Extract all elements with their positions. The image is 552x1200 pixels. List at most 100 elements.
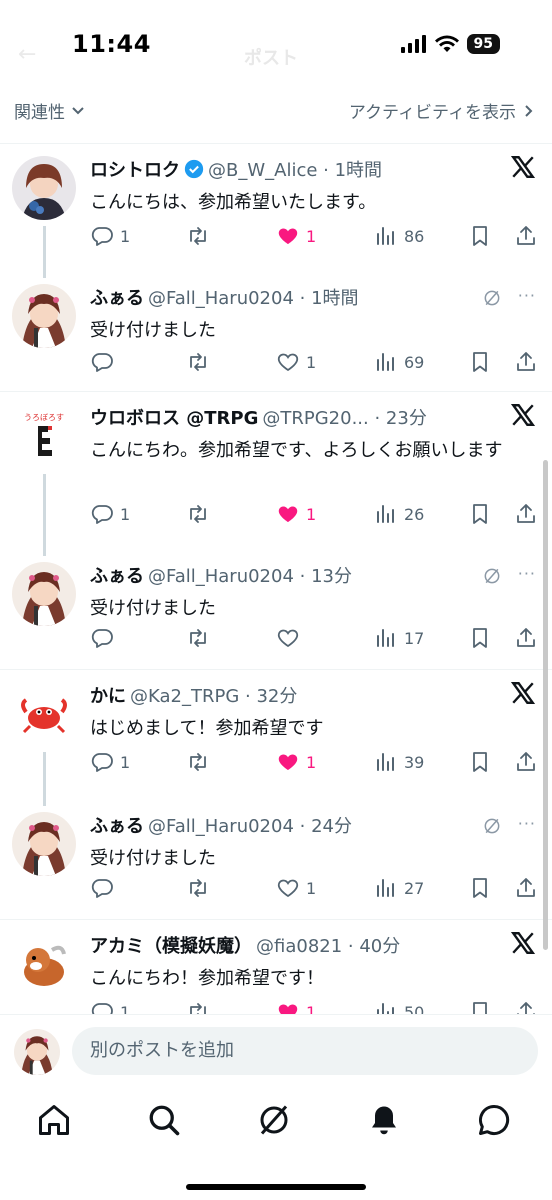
views-button[interactable]: 50 <box>374 1000 424 1014</box>
avatar[interactable] <box>12 932 76 996</box>
share-button[interactable] <box>514 1000 538 1014</box>
sort-dropdown[interactable]: 関連性 <box>14 98 85 123</box>
display-name[interactable]: ウロボロス @TRPG <box>90 404 258 430</box>
tweet[interactable]: うろぼろす ウロボロス @TRPG @TRPG20... · 23分 こんにちわ… <box>0 392 552 550</box>
views-button[interactable]: 69 <box>374 350 424 374</box>
reply-button[interactable] <box>90 626 114 650</box>
views-button[interactable]: 39 <box>374 750 424 774</box>
views-button[interactable]: 17 <box>374 626 424 650</box>
home-indicator[interactable] <box>186 1184 366 1190</box>
svg-text:うろぼろす: うろぼろす <box>24 413 64 422</box>
avatar[interactable]: うろぼろす <box>12 404 76 468</box>
share-button[interactable] <box>514 502 538 526</box>
reply-tweet[interactable]: ふぁる @Fall_Haru0204 · 1時間 ··· 受け付けました 1 6… <box>0 272 552 392</box>
like-button[interactable]: 1 <box>276 350 316 374</box>
reply-tweet[interactable]: ふぁる @Fall_Haru0204 · 24分 ··· 受け付けました 1 2… <box>0 800 552 920</box>
handle-time[interactable]: @Ka2_TRPG · 32分 <box>130 682 297 708</box>
view-count: 26 <box>404 504 425 524</box>
battery-indicator: 95 <box>466 34 500 54</box>
share-button[interactable] <box>514 626 538 650</box>
tweet[interactable]: かに @Ka2_TRPG · 32分 はじめまして！参加希望です 1 1 39 <box>0 670 552 800</box>
reply-button[interactable]: 1 <box>90 224 130 248</box>
repost-button[interactable] <box>186 750 210 774</box>
search-icon[interactable] <box>146 1102 182 1138</box>
reply-count: 1 <box>120 504 131 524</box>
bookmark-button[interactable] <box>468 750 492 774</box>
grok-tab-icon[interactable] <box>256 1102 292 1138</box>
action-bar: 1 1 39 <box>90 750 542 780</box>
reply-tweet[interactable]: ふぁる @Fall_Haru0204 · 13分 ··· 受け付けました 17 <box>0 550 552 670</box>
notifications-bell-icon[interactable] <box>366 1102 402 1138</box>
avatar[interactable] <box>12 812 76 876</box>
display-name[interactable]: ふぁる <box>90 284 144 310</box>
add-post-input[interactable]: 別のポストを追加 <box>72 1027 538 1075</box>
back-arrow-icon[interactable]: ← <box>18 42 36 67</box>
bookmark-button[interactable] <box>468 224 492 248</box>
repost-button[interactable] <box>186 350 210 374</box>
repost-button[interactable] <box>186 876 210 900</box>
repost-button[interactable] <box>186 224 210 248</box>
handle-time[interactable]: @B_W_Alice · 1時間 <box>208 156 382 182</box>
handle-time[interactable]: @Fall_Haru0204 · 1時間 <box>148 284 359 310</box>
more-options-icon[interactable]: ··· <box>518 286 536 305</box>
reply-button[interactable]: 1 <box>90 502 130 526</box>
grok-icon[interactable] <box>482 816 502 836</box>
reply-button[interactable] <box>90 350 114 374</box>
share-icon <box>514 876 538 900</box>
handle-time[interactable]: @Fall_Haru0204 · 24分 <box>148 812 352 838</box>
like-button[interactable]: 1 <box>276 750 316 774</box>
repost-button[interactable] <box>186 626 210 650</box>
display-name[interactable]: ふぁる <box>90 812 144 838</box>
handle-time[interactable]: @TRPG20... · 23分 <box>262 404 426 430</box>
avatar[interactable] <box>12 562 76 626</box>
like-button[interactable]: 1 <box>276 502 316 526</box>
show-activity-link[interactable]: アクティビティを表示 <box>349 98 536 123</box>
repost-button[interactable] <box>186 1000 210 1014</box>
reply-count: 1 <box>120 1002 131 1015</box>
handle-time[interactable]: @fia0821 · 40分 <box>256 932 400 958</box>
views-icon <box>374 750 398 774</box>
messages-icon[interactable] <box>476 1102 512 1138</box>
tweet[interactable]: アカミ（模擬妖魔） @fia0821 · 40分 こんにちわ！参加希望です！ 1… <box>0 920 552 1014</box>
avatar[interactable] <box>12 284 76 348</box>
share-button[interactable] <box>514 224 538 248</box>
views-button[interactable]: 26 <box>374 502 424 526</box>
tweet-header: ふぁる @Fall_Haru0204 · 1時間 <box>90 284 359 310</box>
thread: ロシトロク @B_W_Alice · 1時間 こんにちは、参加希望いたします。 … <box>0 144 552 392</box>
bookmark-button[interactable] <box>468 350 492 374</box>
views-icon <box>374 626 398 650</box>
more-options-icon[interactable]: ··· <box>518 814 536 833</box>
bookmark-button[interactable] <box>468 626 492 650</box>
tweet[interactable]: ロシトロク @B_W_Alice · 1時間 こんにちは、参加希望いたします。 … <box>0 144 552 272</box>
home-icon[interactable] <box>36 1102 72 1138</box>
display-name[interactable]: ふぁる <box>90 562 144 588</box>
reply-button[interactable]: 1 <box>90 750 130 774</box>
action-bar: 1 1 86 <box>90 224 542 254</box>
grok-icon[interactable] <box>482 566 502 586</box>
display-name[interactable]: かに <box>90 682 126 708</box>
bookmark-button[interactable] <box>468 876 492 900</box>
avatar[interactable] <box>12 682 76 746</box>
bookmark-button[interactable] <box>468 1000 492 1014</box>
share-button[interactable] <box>514 876 538 900</box>
handle-time[interactable]: @Fall_Haru0204 · 13分 <box>148 562 352 588</box>
share-button[interactable] <box>514 350 538 374</box>
share-button[interactable] <box>514 750 538 774</box>
scrollbar[interactable] <box>543 460 548 950</box>
repost-button[interactable] <box>186 502 210 526</box>
bookmark-button[interactable] <box>468 502 492 526</box>
reply-button[interactable] <box>90 876 114 900</box>
grok-icon[interactable] <box>482 288 502 308</box>
like-button[interactable]: 1 <box>276 1000 316 1014</box>
share-icon <box>514 350 538 374</box>
avatar[interactable] <box>12 156 76 220</box>
views-button[interactable]: 86 <box>374 224 424 248</box>
display-name[interactable]: アカミ（模擬妖魔） <box>90 932 252 958</box>
like-button[interactable]: 1 <box>276 224 316 248</box>
more-options-icon[interactable]: ··· <box>518 564 536 583</box>
views-button[interactable]: 27 <box>374 876 424 900</box>
reply-button[interactable]: 1 <box>90 1000 130 1014</box>
like-button[interactable]: 1 <box>276 876 316 900</box>
like-button[interactable] <box>276 626 306 650</box>
display-name[interactable]: ロシトロク <box>90 156 180 182</box>
